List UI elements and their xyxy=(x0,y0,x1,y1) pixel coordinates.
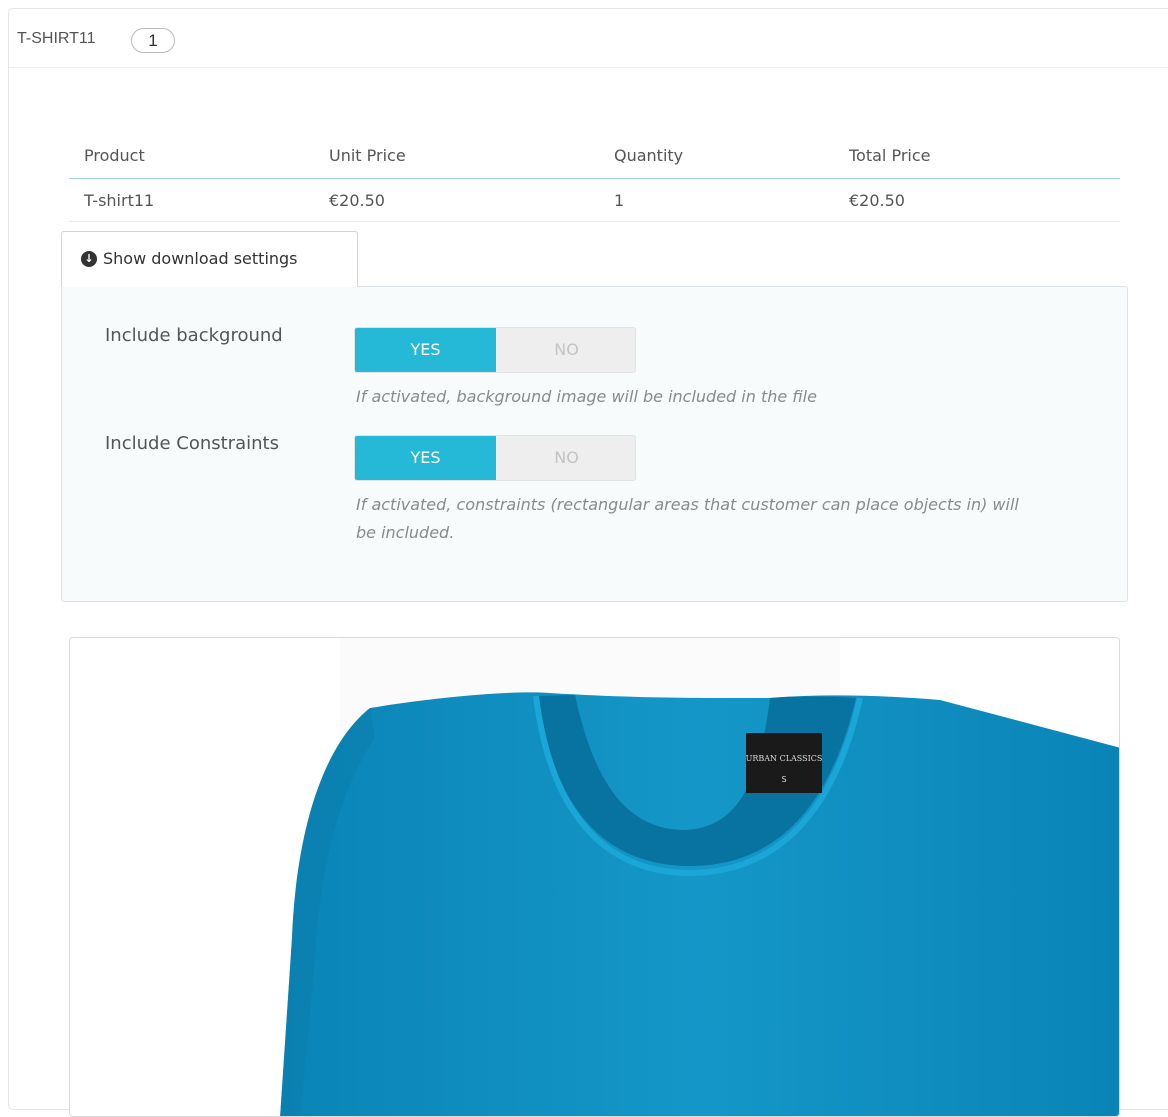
table-row: T-shirt11 €20.50 1 €20.50 xyxy=(69,178,1120,222)
include-background-label: Include background xyxy=(105,325,283,346)
header-unit-price: Unit Price xyxy=(314,132,599,179)
table-header-row: Product Unit Price Quantity Total Price xyxy=(69,132,1120,179)
product-table: Product Unit Price Quantity Total Price … xyxy=(69,132,1120,222)
include-constraints-no-option[interactable]: NO xyxy=(496,436,635,480)
include-background-no-option[interactable]: NO xyxy=(496,328,635,372)
cell-quantity: 1 xyxy=(599,178,834,222)
show-download-settings-label: Show download settings xyxy=(103,249,298,268)
include-constraints-label: Include Constraints xyxy=(105,433,279,454)
include-background-yes-option[interactable]: YES xyxy=(355,328,496,372)
tag-size-text: S xyxy=(781,775,786,784)
download-settings-panel: Include background YES NO If activated, … xyxy=(61,286,1128,602)
include-constraints-help: If activated, constraints (rectangular a… xyxy=(356,495,1019,542)
include-background-switch[interactable]: YES NO xyxy=(354,327,636,373)
t-shirt-image: URBAN CLASSICS S xyxy=(280,638,1119,1116)
header-quantity: Quantity xyxy=(599,132,834,179)
show-download-settings-button[interactable]: ↓ Show download settings xyxy=(61,231,358,287)
panel-heading: T-SHIRT11 1 xyxy=(9,9,1168,68)
product-preview-canvas: URBAN CLASSICS S xyxy=(69,637,1120,1117)
cell-total-price: €20.50 xyxy=(834,178,1120,222)
tag-brand-text: URBAN CLASSICS xyxy=(746,754,823,763)
cell-product: T-shirt11 xyxy=(69,178,314,222)
include-background-help: If activated, background image will be i… xyxy=(356,387,817,406)
cell-unit-price: €20.50 xyxy=(314,178,599,222)
header-product: Product xyxy=(69,132,314,179)
circle-down-arrow-icon: ↓ xyxy=(81,251,97,267)
include-constraints-yes-option[interactable]: YES xyxy=(355,436,496,480)
panel-title: T-SHIRT11 xyxy=(17,30,96,47)
quantity-badge: 1 xyxy=(131,28,175,53)
include-constraints-switch[interactable]: YES NO xyxy=(354,435,636,481)
header-total-price: Total Price xyxy=(834,132,1120,179)
